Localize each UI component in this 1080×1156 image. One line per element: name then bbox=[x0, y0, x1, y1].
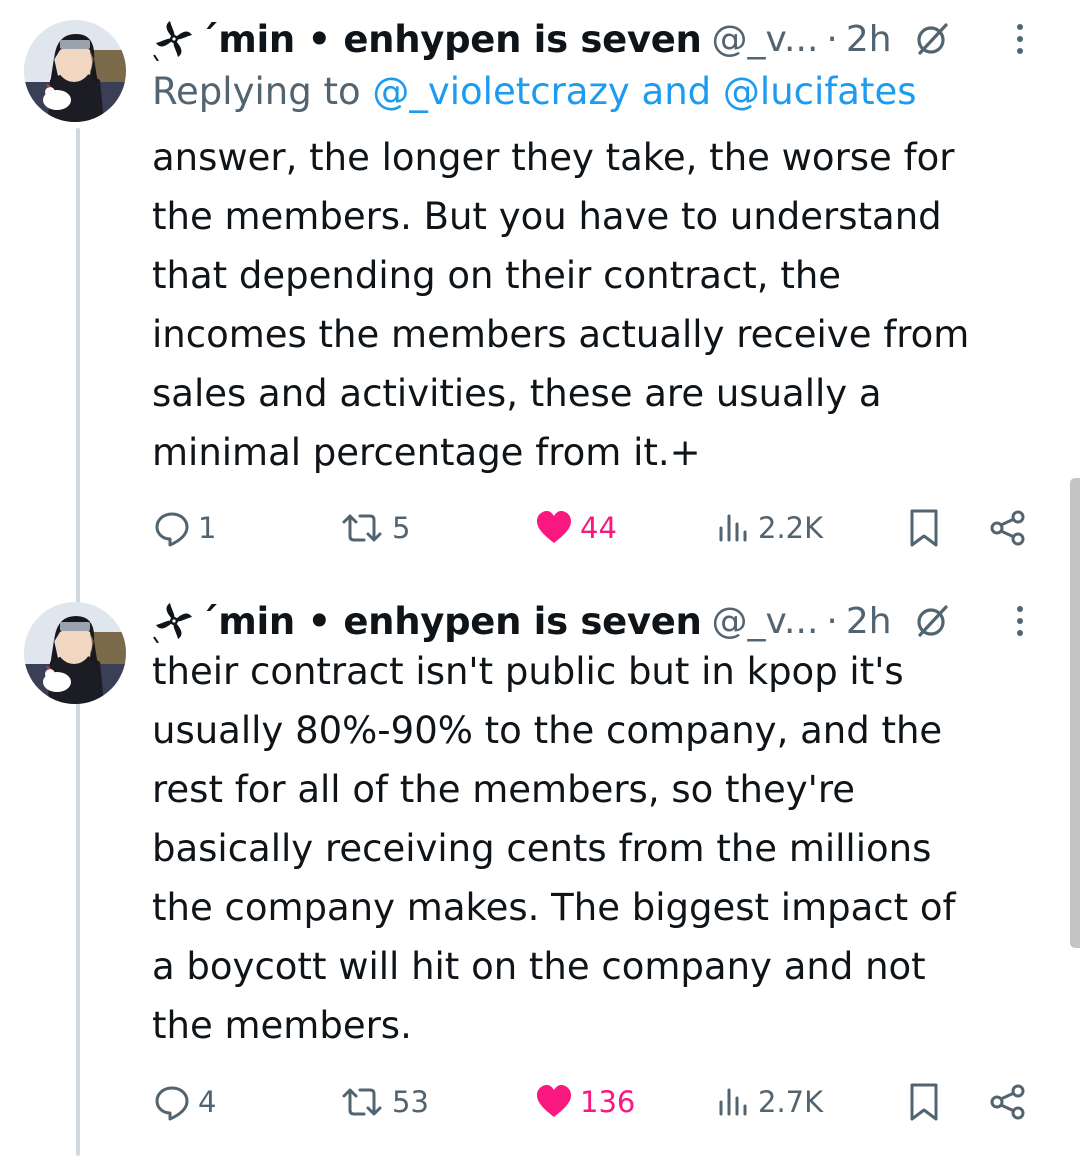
views-button[interactable]: 2.2K bbox=[716, 506, 823, 550]
views-button[interactable]: 2.7K bbox=[716, 1080, 823, 1124]
author-handle[interactable]: @_v... bbox=[712, 19, 819, 60]
like-button[interactable]: 136 bbox=[534, 1080, 635, 1124]
replying-prefix: Replying to bbox=[152, 70, 373, 113]
tweet-text: their contract isn't public but in kpop … bbox=[152, 650, 956, 1047]
views-icon bbox=[719, 514, 747, 542]
more-icon[interactable] bbox=[1012, 19, 1028, 59]
reply-button[interactable]: 1 bbox=[152, 506, 216, 550]
reply-count: 4 bbox=[198, 1085, 217, 1119]
like-count: 136 bbox=[580, 1085, 636, 1119]
heart-icon bbox=[537, 1085, 571, 1117]
more-icon[interactable] bbox=[1012, 601, 1028, 641]
share-button[interactable] bbox=[988, 1080, 1028, 1124]
bookmark-button[interactable] bbox=[906, 1080, 942, 1124]
author-handle[interactable]: @_v... bbox=[712, 601, 819, 642]
reply-icon bbox=[155, 1086, 189, 1121]
tweet-actions: 1 5 44 2.2K bbox=[152, 506, 1040, 550]
reply-button[interactable]: 4 bbox=[152, 1080, 216, 1124]
share-button[interactable] bbox=[988, 506, 1028, 550]
like-button[interactable]: 44 bbox=[534, 506, 617, 550]
repost-icon bbox=[342, 514, 382, 542]
mention-link[interactable]: @_violetcrazy bbox=[372, 70, 629, 113]
scrollbar-thumb[interactable] bbox=[1070, 478, 1080, 948]
grok-icon[interactable] bbox=[912, 601, 952, 641]
repost-button[interactable]: 5 bbox=[338, 506, 410, 550]
repost-count: 53 bbox=[392, 1085, 429, 1119]
bookmark-icon bbox=[910, 509, 938, 547]
repost-button[interactable]: 53 bbox=[338, 1080, 429, 1124]
share-icon bbox=[990, 1084, 1025, 1120]
repost-icon bbox=[342, 1088, 382, 1116]
tweet-actions: 4 53 136 2.7K bbox=[152, 1080, 1040, 1124]
reply-icon bbox=[155, 512, 189, 547]
avatar[interactable] bbox=[24, 602, 126, 704]
views-icon bbox=[719, 1088, 747, 1116]
tweet-header: ´min • enhypen is seven @_v... · 2h bbox=[152, 14, 1060, 64]
share-icon bbox=[990, 510, 1025, 546]
replying-to: Replying to @_violetcrazy and @lucifates bbox=[152, 70, 917, 113]
bookmark-button[interactable] bbox=[906, 506, 942, 550]
tweet-header: ´min • enhypen is seven @_v... · 2h bbox=[152, 596, 1060, 646]
tweet-timestamp[interactable]: 2h bbox=[846, 601, 892, 642]
views-count: 2.2K bbox=[758, 511, 824, 545]
like-count: 44 bbox=[580, 511, 617, 545]
separator-dot: · bbox=[826, 18, 838, 60]
grok-icon[interactable] bbox=[912, 19, 952, 59]
repost-count: 5 bbox=[392, 511, 411, 545]
heart-icon bbox=[537, 511, 571, 543]
separator-dot: · bbox=[826, 600, 838, 642]
replying-and: and bbox=[629, 70, 723, 113]
avatar[interactable] bbox=[24, 20, 126, 122]
bookmark-icon bbox=[910, 1083, 938, 1121]
pinwheel-icon bbox=[153, 603, 192, 643]
tweet-text: answer, the longer they take, the worse … bbox=[152, 136, 970, 474]
views-count: 2.7K bbox=[758, 1085, 824, 1119]
reply-count: 1 bbox=[198, 511, 217, 545]
pinwheel-icon bbox=[153, 21, 192, 61]
tweet-timestamp[interactable]: 2h bbox=[846, 19, 892, 60]
author-display-name[interactable]: ´min • enhypen is seven bbox=[200, 18, 702, 61]
mention-link[interactable]: @lucifates bbox=[723, 70, 917, 113]
author-display-name[interactable]: ´min • enhypen is seven bbox=[200, 600, 702, 643]
